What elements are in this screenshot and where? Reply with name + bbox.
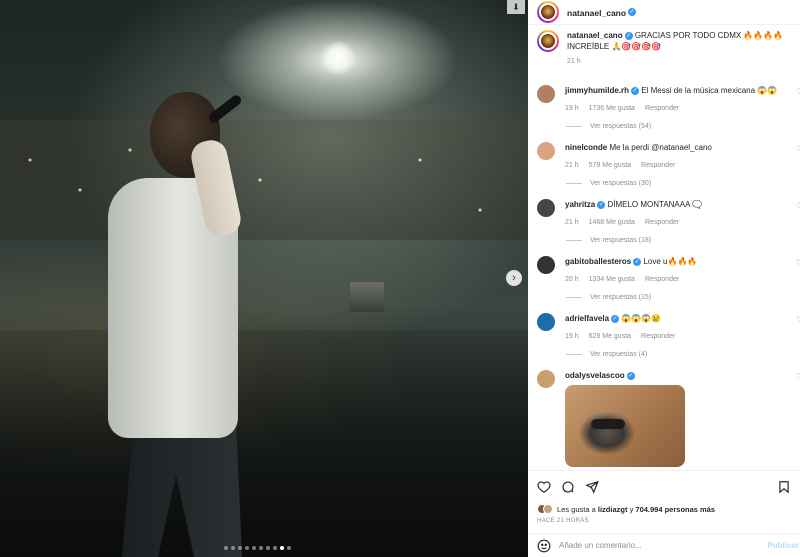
avatar xyxy=(543,504,553,514)
verified-icon: ✓ xyxy=(624,31,633,40)
comments-list[interactable]: natanael_cano ✓ GRACIAS POR TODO CDMX 🔥🔥🔥… xyxy=(528,30,800,470)
carousel-dot xyxy=(259,546,263,550)
avatar[interactable] xyxy=(537,85,555,103)
header-username[interactable]: natanael_cano xyxy=(567,8,626,18)
reply-button[interactable]: Responder xyxy=(645,103,679,114)
post-photo[interactable]: ⬇ › xyxy=(0,0,528,557)
comment-likes[interactable]: 1468 Me gusta xyxy=(589,217,635,228)
comment-likes[interactable]: 579 Me gusta xyxy=(589,160,631,171)
share-icon[interactable] xyxy=(585,480,599,494)
comment-text: 😱😱😱😢 xyxy=(621,314,662,323)
caption-avatar[interactable] xyxy=(537,30,559,52)
carousel-next-icon[interactable]: › xyxy=(506,270,522,286)
comment-username[interactable]: odalysvelascoo xyxy=(565,371,625,380)
avatar[interactable] xyxy=(537,313,555,331)
comment-input[interactable]: Añade un comentario... xyxy=(559,541,767,550)
heart-icon[interactable]: ♡ xyxy=(796,87,800,96)
comment: ninelconde Me la perdi @natanael_cano 21… xyxy=(528,142,800,187)
comment: gabitoballesteros ✓ Love u🔥🔥🔥 20 h 1334 M… xyxy=(528,256,800,301)
carousel-dot-active xyxy=(280,546,284,550)
avatar[interactable] xyxy=(537,199,555,217)
carousel-dot xyxy=(252,546,256,550)
reply-button[interactable]: Responder xyxy=(641,160,675,171)
comment: jimmyhumilde.rh ✓ El Messi de la música m… xyxy=(528,85,800,130)
comment-username[interactable]: adrielfavela xyxy=(565,314,609,323)
carousel-dot xyxy=(273,546,277,550)
post-actions: Les gusta a lizdiazgt y 704.994 personas… xyxy=(528,470,800,524)
liked-by-user[interactable]: lizdiazgt xyxy=(598,505,628,514)
caption-time: 21 h xyxy=(567,58,581,65)
verified-icon: ✓ xyxy=(597,200,606,209)
carousel-dot xyxy=(266,546,270,550)
post-header: natanael_cano ✓ xyxy=(528,0,800,25)
avatar[interactable] xyxy=(537,142,555,160)
post-comment-button[interactable]: Publicar xyxy=(767,541,799,550)
heart-icon[interactable]: ♡ xyxy=(796,201,800,210)
reply-button[interactable]: Responder xyxy=(645,217,679,228)
spotlight xyxy=(320,40,356,76)
comment-username[interactable]: jimmyhumilde.rh xyxy=(565,86,629,95)
download-icon[interactable]: ⬇ xyxy=(507,0,525,14)
verified-icon: ✓ xyxy=(626,371,635,380)
comment-icon[interactable] xyxy=(561,480,575,494)
raccoon-image xyxy=(591,419,625,429)
comment-text: Love u🔥🔥🔥 xyxy=(643,257,698,266)
view-replies-button[interactable]: Ver respuestas (54) xyxy=(566,123,800,130)
comment-time: 19 h xyxy=(565,333,579,340)
verified-icon: ✓ xyxy=(631,86,640,95)
comment-time: 19 h xyxy=(565,105,579,112)
verified-icon: ✓ xyxy=(633,257,642,266)
stage-floor xyxy=(0,330,528,557)
comment: adrielfavela ✓ 😱😱😱😢 19 h 628 Me gusta Res… xyxy=(528,313,800,358)
avatar[interactable] xyxy=(537,370,555,388)
heart-icon[interactable]: ♡ xyxy=(796,258,800,267)
comment-text: Me la perdi @natanael_cano xyxy=(609,143,712,152)
carousel-dot xyxy=(231,546,235,550)
heart-icon[interactable]: ♡ xyxy=(796,372,800,381)
avatar[interactable] xyxy=(537,256,555,274)
reply-button[interactable]: Responder xyxy=(645,274,679,285)
comment-username[interactable]: yahritza xyxy=(565,200,595,209)
post-side-panel: natanael_cano ✓ natanael_cano ✓ GRACIAS PO… xyxy=(528,0,800,557)
comment-username[interactable]: ninelconde xyxy=(565,143,607,152)
heart-icon[interactable]: ♡ xyxy=(796,144,800,153)
comment-image[interactable] xyxy=(565,385,685,467)
carousel-dot xyxy=(224,546,228,550)
verified-icon: ✓ xyxy=(611,314,620,323)
add-comment-bar: Añade un comentario... Publicar xyxy=(528,533,800,557)
view-replies-button[interactable]: Ver respuestas (15) xyxy=(566,294,800,301)
likes-summary: Les gusta a lizdiazgt y 704.994 personas… xyxy=(537,504,791,514)
view-replies-button[interactable]: Ver respuestas (18) xyxy=(566,237,800,244)
post-timestamp: HACE 21 HORAS xyxy=(537,518,589,524)
caption: natanael_cano ✓ GRACIAS POR TODO CDMX 🔥🔥🔥… xyxy=(528,30,800,67)
carousel-dots xyxy=(224,546,291,550)
reply-button[interactable]: Responder xyxy=(641,331,675,342)
comment-text: El Messi de la música mexicana 😱😱 xyxy=(641,86,778,95)
comment-username[interactable]: gabitoballesteros xyxy=(565,257,631,266)
comment-likes[interactable]: 628 Me gusta xyxy=(589,331,631,342)
comment-likes[interactable]: 1736 Me gusta xyxy=(589,103,635,114)
emoji-icon[interactable] xyxy=(537,539,551,553)
heart-icon[interactable] xyxy=(537,480,551,494)
carousel-dot xyxy=(245,546,249,550)
comment-likes[interactable]: 1334 Me gusta xyxy=(589,274,635,285)
caption-username[interactable]: natanael_cano xyxy=(567,31,623,40)
view-replies-button[interactable]: Ver respuestas (30) xyxy=(566,180,800,187)
carousel-dot xyxy=(287,546,291,550)
stage-monitor xyxy=(350,282,384,312)
comment-time: 21 h xyxy=(565,219,579,226)
heart-icon[interactable]: ♡ xyxy=(796,315,800,324)
comment-text: DÍMELO MONTANAAA 🗨️ xyxy=(607,200,703,209)
view-replies-button[interactable]: Ver respuestas (4) xyxy=(566,351,800,358)
crowd-lights xyxy=(0,120,528,240)
comment: yahritza ✓ DÍMELO MONTANAAA 🗨️ 21 h 1468 … xyxy=(528,199,800,244)
comment-time: 20 h xyxy=(565,276,579,283)
bookmark-icon[interactable] xyxy=(777,480,791,494)
likes-count[interactable]: 704.994 personas más xyxy=(635,505,715,514)
comment-time: 21 h xyxy=(565,162,579,169)
avatar[interactable] xyxy=(537,1,559,23)
carousel-dot xyxy=(238,546,242,550)
verified-icon: ✓ xyxy=(628,7,637,16)
